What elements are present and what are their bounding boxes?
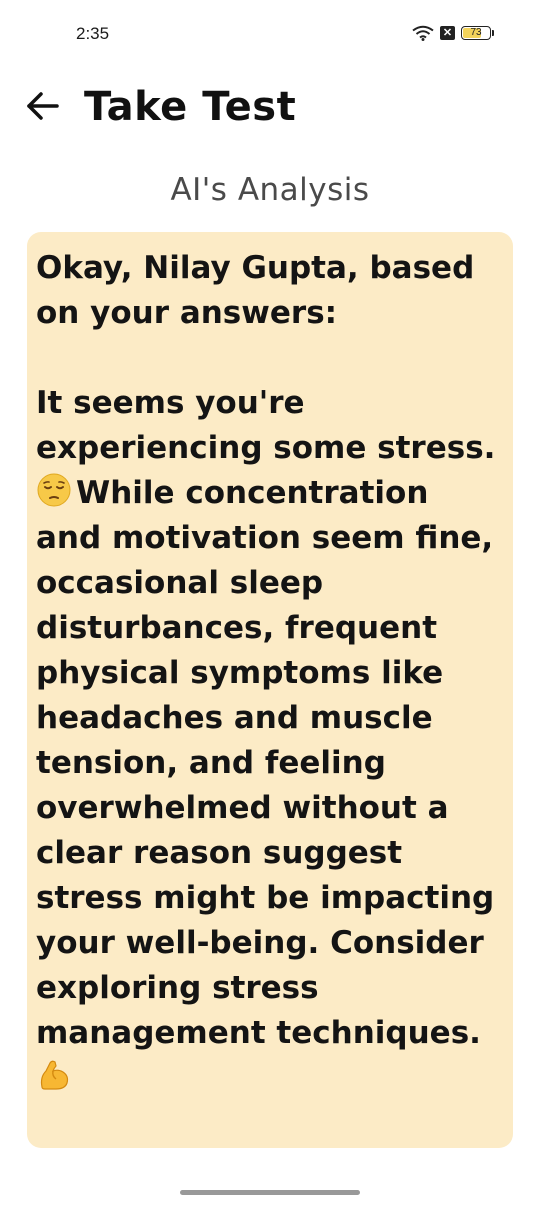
notification-x-icon: ✕ (440, 26, 455, 40)
back-button[interactable] (22, 88, 62, 128)
section-heading: AI's Analysis (170, 172, 370, 208)
pensive-face-emoji (36, 472, 72, 508)
wifi-icon (412, 25, 434, 41)
status-bar: 2:35 ✕ 73 (0, 0, 540, 70)
status-icons: ✕ 73 (412, 25, 494, 41)
flexed-biceps-emoji (36, 1057, 72, 1093)
app-bar: Take Test (0, 80, 540, 136)
battery-icon: 73 (461, 26, 494, 40)
arrow-left-icon (25, 91, 59, 125)
page-title: Take Test (84, 84, 297, 130)
home-indicator[interactable] (180, 1190, 360, 1195)
analysis-text: Okay, Nilay Gupta, based on your answers… (36, 246, 503, 1101)
analysis-body: While concentration and motivation seem … (36, 475, 506, 1051)
status-time: 2:35 (76, 24, 110, 43)
analysis-card: Okay, Nilay Gupta, based on your answers… (27, 232, 513, 1148)
analysis-stress-sentence: It seems you're experiencing some stress… (36, 385, 496, 466)
analysis-greeting: Okay, Nilay Gupta, based on your answers… (36, 250, 486, 331)
battery-level: 73 (470, 27, 482, 38)
